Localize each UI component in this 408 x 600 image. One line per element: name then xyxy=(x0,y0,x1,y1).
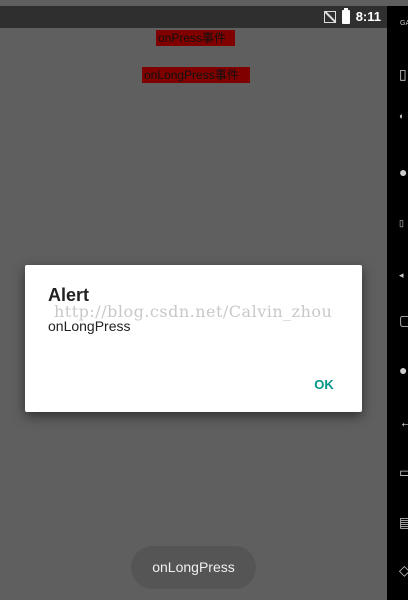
on-press-label[interactable]: onPress事件 xyxy=(156,30,235,46)
app-screen: 8:11 onPress事件 onLongPress事件 Alert onLon… xyxy=(0,0,408,600)
alert-dialog: Alert onLongPress OK xyxy=(25,265,362,412)
gapps-icon[interactable]: GA xyxy=(400,20,408,27)
battery-charging-icon xyxy=(341,7,350,24)
no-sim-icon xyxy=(323,10,336,23)
on-long-press-label[interactable]: onLongPress事件 xyxy=(142,67,250,83)
status-icons: 8:11 xyxy=(323,7,381,24)
status-time: 8:11 xyxy=(355,9,381,24)
screen-icon[interactable]: ▢ xyxy=(399,312,408,329)
side-navigation-bar: GA ▯ ◐ ● ▯ ◂ ▢ ● ← ▭ ▤ ◇ xyxy=(387,6,408,600)
wifi-icon[interactable]: ▯ xyxy=(399,66,407,83)
volume-icon[interactable]: ▯ xyxy=(399,218,404,229)
status-bar: 8:11 xyxy=(0,6,387,28)
home-icon[interactable]: ◇ xyxy=(399,562,408,579)
camera-icon[interactable]: ◐ xyxy=(399,111,404,121)
volume-down-icon[interactable]: ◂ xyxy=(399,270,404,281)
back-icon[interactable]: ← xyxy=(399,414,408,430)
recent-apps-icon[interactable]: ▤ xyxy=(399,514,408,531)
ok-button[interactable]: OK xyxy=(303,370,345,400)
trash-icon[interactable]: ● xyxy=(399,164,407,180)
rotate-icon[interactable]: ▭ xyxy=(399,464,408,481)
watermark: http://blog.csdn.net/Calvin_zhou xyxy=(54,302,333,321)
toast: onLongPress xyxy=(131,546,256,589)
dot-icon[interactable]: ● xyxy=(399,362,407,378)
